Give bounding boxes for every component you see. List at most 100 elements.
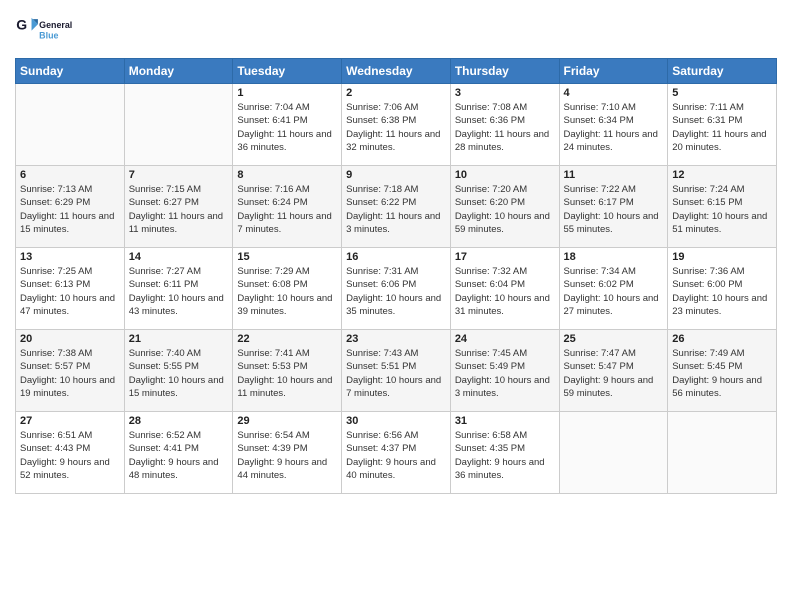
day-number: 1	[237, 87, 337, 99]
day-info: Sunrise: 7:31 AM Sunset: 6:06 PM Dayligh…	[346, 265, 446, 318]
day-number: 21	[129, 333, 229, 345]
day-number: 29	[237, 415, 337, 427]
calendar-cell: 19 Sunrise: 7:36 AM Sunset: 6:00 PM Dayli…	[668, 248, 777, 330]
day-info: Sunrise: 6:54 AM Sunset: 4:39 PM Dayligh…	[237, 429, 337, 482]
day-info: Sunrise: 7:32 AM Sunset: 6:04 PM Dayligh…	[455, 265, 555, 318]
weekday-monday: Monday	[124, 59, 233, 84]
day-number: 11	[564, 169, 664, 181]
day-number: 27	[20, 415, 120, 427]
day-number: 31	[455, 415, 555, 427]
calendar-cell: 20 Sunrise: 7:38 AM Sunset: 5:57 PM Dayli…	[16, 330, 125, 412]
calendar-cell: 14Sunrise: 7:27 AM Sunset: 6:11 PM Dayli…	[124, 248, 233, 330]
logo-svg: General Blue G	[15, 10, 85, 50]
calendar-cell: 4 Sunrise: 7:10 AM Sunset: 6:34 PM Daylig…	[559, 84, 668, 166]
day-info: Sunrise: 6:58 AM Sunset: 4:35 PM Dayligh…	[455, 429, 555, 482]
week-row-3: 13 Sunrise: 7:25 AM Sunset: 6:13 PM Dayli…	[16, 248, 777, 330]
day-info: Sunrise: 7:45 AM Sunset: 5:49 PM Dayligh…	[455, 347, 555, 400]
day-number: 4	[564, 87, 664, 99]
week-row-1: 1Sunrise: 7:04 AM Sunset: 6:41 PM Daylig…	[16, 84, 777, 166]
day-info: Sunrise: 7:22 AM Sunset: 6:17 PM Dayligh…	[564, 183, 664, 236]
day-info: Sunrise: 7:43 AM Sunset: 5:51 PM Dayligh…	[346, 347, 446, 400]
calendar-cell: 27 Sunrise: 6:51 AM Sunset: 4:43 PM Dayli…	[16, 412, 125, 494]
day-number: 19	[672, 251, 772, 263]
calendar-cell: 29 Sunrise: 6:54 AM Sunset: 4:39 PM Dayli…	[233, 412, 342, 494]
day-number: 15	[237, 251, 337, 263]
calendar-cell: 1Sunrise: 7:04 AM Sunset: 6:41 PM Daylig…	[233, 84, 342, 166]
calendar-cell: 13 Sunrise: 7:25 AM Sunset: 6:13 PM Dayli…	[16, 248, 125, 330]
day-info: Sunrise: 7:25 AM Sunset: 6:13 PM Dayligh…	[20, 265, 120, 318]
calendar-cell: 16 Sunrise: 7:31 AM Sunset: 6:06 PM Dayli…	[342, 248, 451, 330]
day-info: Sunrise: 7:24 AM Sunset: 6:15 PM Dayligh…	[672, 183, 772, 236]
day-info: Sunrise: 7:47 AM Sunset: 5:47 PM Dayligh…	[564, 347, 664, 400]
day-number: 26	[672, 333, 772, 345]
day-info: Sunrise: 6:51 AM Sunset: 4:43 PM Dayligh…	[20, 429, 120, 482]
day-info: Sunrise: 7:20 AM Sunset: 6:20 PM Dayligh…	[455, 183, 555, 236]
calendar-cell: 10 Sunrise: 7:20 AM Sunset: 6:20 PM Dayli…	[450, 166, 559, 248]
day-info: Sunrise: 7:41 AM Sunset: 5:53 PM Dayligh…	[237, 347, 337, 400]
day-number: 5	[672, 87, 772, 99]
day-number: 17	[455, 251, 555, 263]
calendar-cell: 30Sunrise: 6:56 AM Sunset: 4:37 PM Dayli…	[342, 412, 451, 494]
day-info: Sunrise: 7:34 AM Sunset: 6:02 PM Dayligh…	[564, 265, 664, 318]
day-number: 3	[455, 87, 555, 99]
header: General Blue G	[15, 10, 777, 50]
day-number: 2	[346, 87, 446, 99]
day-info: Sunrise: 7:40 AM Sunset: 5:55 PM Dayligh…	[129, 347, 229, 400]
day-number: 7	[129, 169, 229, 181]
day-number: 22	[237, 333, 337, 345]
logo: General Blue G	[15, 10, 85, 50]
day-number: 20	[20, 333, 120, 345]
day-info: Sunrise: 7:49 AM Sunset: 5:45 PM Dayligh…	[672, 347, 772, 400]
calendar-cell	[124, 84, 233, 166]
day-info: Sunrise: 7:06 AM Sunset: 6:38 PM Dayligh…	[346, 101, 446, 154]
day-number: 12	[672, 169, 772, 181]
calendar-cell: 17 Sunrise: 7:32 AM Sunset: 6:04 PM Dayli…	[450, 248, 559, 330]
svg-text:G: G	[16, 16, 27, 32]
week-row-4: 20 Sunrise: 7:38 AM Sunset: 5:57 PM Dayli…	[16, 330, 777, 412]
weekday-friday: Friday	[559, 59, 668, 84]
day-info: Sunrise: 7:38 AM Sunset: 5:57 PM Dayligh…	[20, 347, 120, 400]
calendar-cell: 12 Sunrise: 7:24 AM Sunset: 6:15 PM Dayli…	[668, 166, 777, 248]
day-number: 13	[20, 251, 120, 263]
week-row-2: 6Sunrise: 7:13 AM Sunset: 6:29 PM Daylig…	[16, 166, 777, 248]
calendar-cell: 5Sunrise: 7:11 AM Sunset: 6:31 PM Daylig…	[668, 84, 777, 166]
weekday-header-row: SundayMondayTuesdayWednesdayThursdayFrid…	[16, 59, 777, 84]
day-info: Sunrise: 7:36 AM Sunset: 6:00 PM Dayligh…	[672, 265, 772, 318]
day-info: Sunrise: 7:27 AM Sunset: 6:11 PM Dayligh…	[129, 265, 229, 318]
weekday-saturday: Saturday	[668, 59, 777, 84]
week-row-5: 27 Sunrise: 6:51 AM Sunset: 4:43 PM Dayli…	[16, 412, 777, 494]
calendar-page: General Blue G SundayMondayTuesdayWednes…	[0, 0, 792, 612]
day-number: 10	[455, 169, 555, 181]
day-number: 8	[237, 169, 337, 181]
day-info: Sunrise: 7:08 AM Sunset: 6:36 PM Dayligh…	[455, 101, 555, 154]
weekday-wednesday: Wednesday	[342, 59, 451, 84]
day-number: 16	[346, 251, 446, 263]
calendar-cell: 18 Sunrise: 7:34 AM Sunset: 6:02 PM Dayli…	[559, 248, 668, 330]
calendar-cell: 11 Sunrise: 7:22 AM Sunset: 6:17 PM Dayli…	[559, 166, 668, 248]
day-number: 18	[564, 251, 664, 263]
day-info: Sunrise: 7:16 AM Sunset: 6:24 PM Dayligh…	[237, 183, 337, 236]
calendar-cell: 3 Sunrise: 7:08 AM Sunset: 6:36 PM Daylig…	[450, 84, 559, 166]
day-number: 24	[455, 333, 555, 345]
calendar-cell: 6Sunrise: 7:13 AM Sunset: 6:29 PM Daylig…	[16, 166, 125, 248]
day-number: 28	[129, 415, 229, 427]
calendar-cell: 2 Sunrise: 7:06 AM Sunset: 6:38 PM Daylig…	[342, 84, 451, 166]
day-info: Sunrise: 7:10 AM Sunset: 6:34 PM Dayligh…	[564, 101, 664, 154]
day-info: Sunrise: 7:15 AM Sunset: 6:27 PM Dayligh…	[129, 183, 229, 236]
weekday-sunday: Sunday	[16, 59, 125, 84]
calendar-cell: 28Sunrise: 6:52 AM Sunset: 4:41 PM Dayli…	[124, 412, 233, 494]
day-info: Sunrise: 7:13 AM Sunset: 6:29 PM Dayligh…	[20, 183, 120, 236]
calendar-cell: 15 Sunrise: 7:29 AM Sunset: 6:08 PM Dayli…	[233, 248, 342, 330]
day-number: 9	[346, 169, 446, 181]
calendar-cell: 25Sunrise: 7:47 AM Sunset: 5:47 PM Dayli…	[559, 330, 668, 412]
calendar-cell: 8 Sunrise: 7:16 AM Sunset: 6:24 PM Daylig…	[233, 166, 342, 248]
calendar-cell: 31 Sunrise: 6:58 AM Sunset: 4:35 PM Dayli…	[450, 412, 559, 494]
calendar-cell: 21 Sunrise: 7:40 AM Sunset: 5:55 PM Dayli…	[124, 330, 233, 412]
day-info: Sunrise: 6:56 AM Sunset: 4:37 PM Dayligh…	[346, 429, 446, 482]
calendar-cell	[668, 412, 777, 494]
calendar-cell: 26 Sunrise: 7:49 AM Sunset: 5:45 PM Dayli…	[668, 330, 777, 412]
svg-text:General: General	[39, 20, 72, 30]
day-info: Sunrise: 7:29 AM Sunset: 6:08 PM Dayligh…	[237, 265, 337, 318]
calendar-cell	[559, 412, 668, 494]
calendar-cell: 7 Sunrise: 7:15 AM Sunset: 6:27 PM Daylig…	[124, 166, 233, 248]
